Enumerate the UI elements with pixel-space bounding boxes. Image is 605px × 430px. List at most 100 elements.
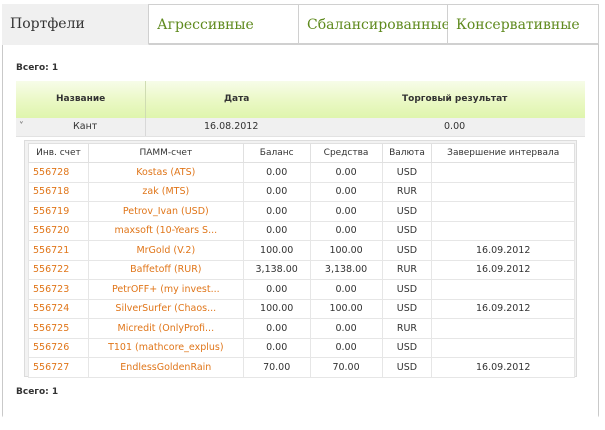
pamm-account-link[interactable]: Petrov_Ivan (USD) [87, 201, 244, 222]
tab-conservative[interactable]: Консервативные [448, 4, 599, 44]
balance-cell: 100.00 [242, 240, 311, 261]
equity-cell: 0.00 [309, 201, 383, 222]
balance-cell: 70.00 [242, 357, 311, 378]
table-row: 556719 Petrov_Ivan (USD) 0.00 0.00 USD [28, 201, 575, 222]
investor-account-link[interactable]: 556722 [28, 259, 89, 280]
investor-account-link[interactable]: 556723 [28, 279, 89, 300]
equity-cell: 70.00 [309, 357, 383, 378]
investor-account-link[interactable]: 556727 [28, 357, 89, 378]
investor-account-link[interactable]: 556721 [28, 240, 89, 261]
interval-end-cell [431, 318, 575, 339]
portfolio-table-header: Название Дата Торговый результат [16, 81, 585, 118]
tab-bar: Портфели Агрессивные Сбалансированные Ко… [2, 4, 599, 45]
equity-cell: 100.00 [309, 298, 383, 319]
inner-header-row: Инв. счет ПАММ-счет Баланс Средства Валю… [28, 143, 575, 163]
balance-cell: 0.00 [242, 220, 311, 241]
investor-account-link[interactable]: 556728 [28, 162, 89, 183]
tab-balanced[interactable]: Сбалансированные [299, 4, 450, 44]
investor-account-link[interactable]: 556724 [28, 298, 89, 319]
investor-account-link[interactable]: 556718 [28, 181, 89, 202]
tab-aggressive[interactable]: Агрессивные [149, 4, 299, 44]
col-header-equity[interactable]: Средства [309, 143, 383, 163]
balance-cell: 3,138.00 [242, 259, 311, 280]
col-header-interval-end[interactable]: Завершение интервала [431, 143, 575, 163]
balance-cell: 0.00 [242, 181, 311, 202]
interval-end-cell: 16.09.2012 [431, 259, 575, 280]
table-row: 556724 SilverSurfer (Chaos... 100.00 100… [28, 298, 575, 319]
row-divider [145, 118, 146, 136]
balance-cell: 0.00 [242, 318, 311, 339]
portfolio-date: 16.08.2012 [204, 121, 259, 132]
pamm-account-link[interactable]: EndlessGoldenRain [87, 357, 244, 378]
balance-cell: 0.00 [242, 162, 311, 183]
equity-cell: 0.00 [309, 162, 383, 183]
portfolio-result: 0.00 [444, 121, 466, 132]
pamm-accounts-table: Инв. счет ПАММ-счет Баланс Средства Валю… [28, 143, 575, 378]
pamm-account-link[interactable]: MrGold (V.2) [87, 240, 244, 261]
interval-end-cell [431, 279, 575, 300]
currency-cell: USD [381, 279, 433, 300]
col-header-currency[interactable]: Валюта [381, 143, 433, 163]
equity-cell: 0.00 [309, 220, 383, 241]
portfolio-name: Кант [73, 121, 98, 132]
equity-cell: 0.00 [309, 279, 383, 300]
currency-cell: USD [381, 298, 433, 319]
header-divider [145, 81, 146, 118]
currency-cell: USD [381, 162, 433, 183]
portfolio-row[interactable]: ˅ Кант 16.08.2012 0.00 [16, 118, 585, 137]
investor-account-link[interactable]: 556726 [28, 337, 89, 358]
table-row: 556721 MrGold (V.2) 100.00 100.00 USD 16… [28, 240, 575, 261]
interval-end-cell [431, 162, 575, 183]
total-count-bottom: Всего: 1 [16, 387, 59, 397]
currency-cell: USD [381, 240, 433, 261]
interval-end-cell: 16.09.2012 [431, 240, 575, 261]
pamm-account-link[interactable]: maxsoft (10-Years S... [87, 220, 244, 241]
pamm-account-link[interactable]: Kostas (ATS) [87, 162, 244, 183]
col-header-investor-account[interactable]: Инв. счет [28, 143, 89, 163]
currency-cell: USD [381, 337, 433, 358]
pamm-account-link[interactable]: zak (MTS) [87, 181, 244, 202]
table-row: 556720 maxsoft (10-Years S... 0.00 0.00 … [28, 220, 575, 241]
investor-account-link[interactable]: 556720 [28, 220, 89, 241]
col-header-pamm-account[interactable]: ПАММ-счет [87, 143, 244, 163]
pamm-account-link[interactable]: Micredit (OnlyProfi... [87, 318, 244, 339]
pamm-account-link[interactable]: PetrOFF+ (my invest... [87, 279, 244, 300]
tab-portfolios[interactable]: Портфели [2, 4, 149, 45]
table-row: 556725 Micredit (OnlyProfi... 0.00 0.00 … [28, 318, 575, 339]
equity-cell: 100.00 [309, 240, 383, 261]
table-row: 556727 EndlessGoldenRain 70.00 70.00 USD… [28, 357, 575, 378]
interval-end-cell [431, 220, 575, 241]
header-trading-result[interactable]: Торговый результат [402, 81, 507, 118]
header-name[interactable]: Название [56, 81, 105, 118]
interval-end-cell [431, 337, 575, 358]
interval-end-cell: 16.09.2012 [431, 357, 575, 378]
interval-end-cell [431, 181, 575, 202]
table-row: 556718 zak (MTS) 0.00 0.00 RUR [28, 181, 575, 202]
pamm-account-link[interactable]: SilverSurfer (Chaos... [87, 298, 244, 319]
investor-account-link[interactable]: 556725 [28, 318, 89, 339]
collapse-chevron-icon[interactable]: ˅ [19, 118, 24, 136]
pamm-account-link[interactable]: T101 (mathcore_explus) [87, 337, 244, 358]
currency-cell: RUR [381, 318, 433, 339]
equity-cell: 0.00 [309, 181, 383, 202]
interval-end-cell [431, 201, 575, 222]
currency-cell: USD [381, 201, 433, 222]
balance-cell: 0.00 [242, 279, 311, 300]
col-header-balance[interactable]: Баланс [242, 143, 311, 163]
interval-end-cell: 16.09.2012 [431, 298, 575, 319]
header-date[interactable]: Дата [224, 81, 249, 118]
currency-cell: USD [381, 357, 433, 378]
table-row: 556726 T101 (mathcore_explus) 0.00 0.00 … [28, 337, 575, 358]
table-row: 556723 PetrOFF+ (my invest... 0.00 0.00 … [28, 279, 575, 300]
total-count-top: Всего: 1 [16, 63, 59, 73]
currency-cell: RUR [381, 259, 433, 280]
equity-cell: 0.00 [309, 318, 383, 339]
table-row: 556728 Kostas (ATS) 0.00 0.00 USD [28, 162, 575, 183]
currency-cell: USD [381, 220, 433, 241]
currency-cell: RUR [381, 181, 433, 202]
table-row: 556722 Baffetoff (RUR) 3,138.00 3,138.00… [28, 259, 575, 280]
equity-cell: 3,138.00 [309, 259, 383, 280]
balance-cell: 0.00 [242, 337, 311, 358]
investor-account-link[interactable]: 556719 [28, 201, 89, 222]
pamm-account-link[interactable]: Baffetoff (RUR) [87, 259, 244, 280]
